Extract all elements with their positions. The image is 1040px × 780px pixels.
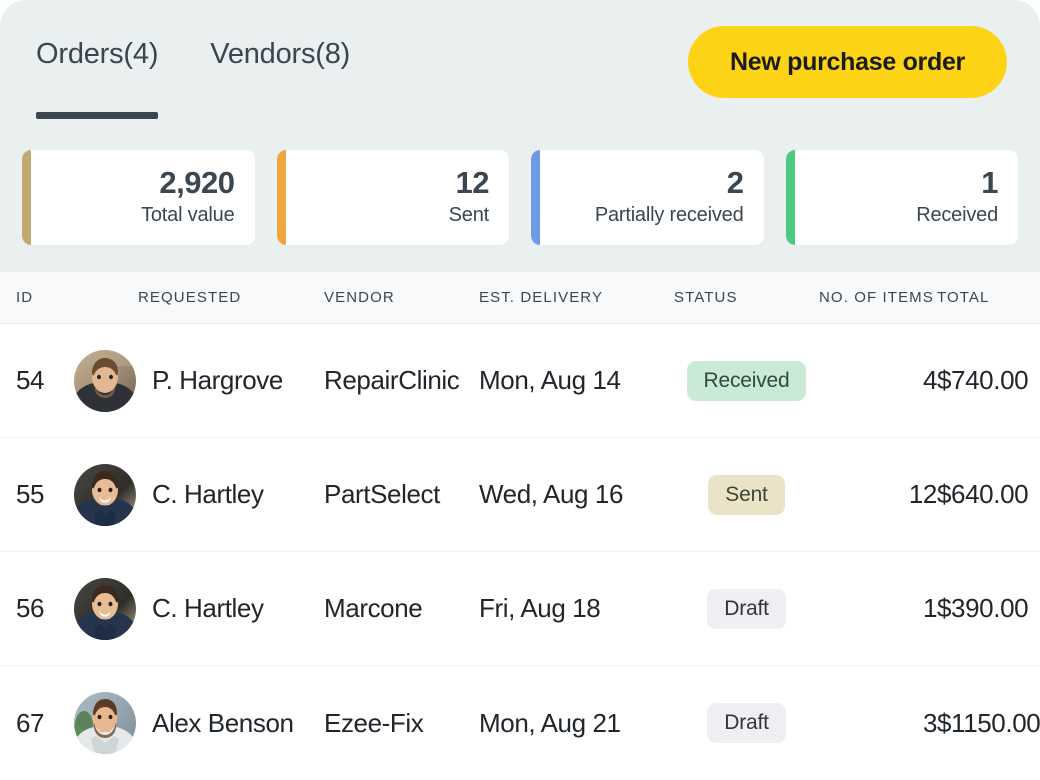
cell-vendor: PartSelect bbox=[324, 479, 440, 509]
cell-id: 56 bbox=[16, 593, 45, 623]
status-badge[interactable]: Draft bbox=[707, 703, 786, 743]
status-badge[interactable]: Sent bbox=[708, 474, 785, 515]
cell-id: 55 bbox=[16, 479, 45, 509]
tab-orders-label: Orders(4) bbox=[36, 38, 159, 70]
stat-value-partially-received: 2 bbox=[726, 164, 744, 200]
cell-status: Received bbox=[674, 360, 819, 401]
purchase-orders-screen: Orders(4) Vendors(8) New purchase order … bbox=[0, 0, 1040, 780]
cell-id: 54 bbox=[16, 365, 45, 395]
accent-bar-sent bbox=[276, 149, 286, 245]
cell-requested-name: C. Hartley bbox=[152, 479, 264, 509]
stat-label-sent: Sent bbox=[448, 204, 490, 227]
column-header-status[interactable]: STATUS bbox=[674, 289, 819, 306]
cell-vendor: RepairClinic bbox=[324, 365, 460, 395]
cell-requested-name: C. Hartley bbox=[152, 593, 264, 623]
stat-label-received: Received bbox=[916, 204, 998, 227]
cell-requested: Alex Benson bbox=[74, 692, 324, 754]
cell-vendor: Ezee-Fix bbox=[324, 707, 424, 738]
tab-bar: Orders(4) Vendors(8) New purchase order bbox=[0, 0, 1040, 122]
cell-no-of-items: 1 bbox=[922, 593, 937, 623]
tab-orders[interactable]: Orders(4) bbox=[36, 38, 159, 119]
cell-requested: C. Hartley bbox=[74, 577, 324, 640]
stat-label-total-value: Total value bbox=[141, 204, 235, 227]
cell-requested: P. Hargrove bbox=[74, 349, 324, 412]
cell-requested-name: P. Hargrove bbox=[152, 365, 283, 395]
status-badge[interactable]: Received bbox=[686, 360, 807, 401]
column-header-requested[interactable]: REQUESTED bbox=[74, 289, 324, 306]
cell-status: Draft bbox=[674, 588, 819, 629]
column-header-vendor[interactable]: VENDOR bbox=[324, 289, 479, 306]
accent-bar-received bbox=[785, 149, 795, 245]
cell-est-delivery: Wed, Aug 16 bbox=[479, 479, 624, 509]
accent-bar-total-value bbox=[22, 149, 31, 245]
cell-requested: C. Hartley bbox=[74, 463, 324, 526]
cell-status: Sent bbox=[674, 474, 819, 515]
cell-status: Draft bbox=[674, 703, 819, 743]
cell-no-of-items: 12 bbox=[908, 479, 938, 509]
avatar bbox=[74, 349, 136, 412]
cell-id: 67 bbox=[16, 707, 45, 738]
cell-no-of-items: 4 bbox=[922, 365, 937, 395]
table-row[interactable]: 54 P. Hargrove RepairClinic Mon, Aug 14 … bbox=[0, 324, 1040, 438]
stat-label-partially-received: Partially received bbox=[594, 204, 744, 227]
column-header-total[interactable]: TOTAL bbox=[937, 289, 1037, 306]
cell-total: $1150.00 bbox=[937, 707, 1040, 738]
avatar bbox=[74, 577, 136, 640]
tab-vendors[interactable]: Vendors(8) bbox=[210, 38, 350, 119]
table-row[interactable]: 67 Alex Benson Ezee-Fix Mon, Aug 21 Draf… bbox=[0, 666, 1040, 780]
avatar bbox=[74, 692, 136, 754]
table-row[interactable]: 56 C. Hartley Marcone Fri, Aug 18 Draft … bbox=[0, 552, 1040, 666]
cell-est-delivery: Mon, Aug 14 bbox=[479, 365, 621, 395]
status-badge[interactable]: Draft bbox=[707, 588, 786, 629]
stat-value-sent: 12 bbox=[455, 164, 490, 200]
stats-band: 2,920 Total value 12 Sent 2 Partially re… bbox=[0, 122, 1040, 272]
cell-est-delivery: Mon, Aug 21 bbox=[479, 707, 621, 738]
column-header-est-delivery[interactable]: EST. DELIVERY bbox=[479, 289, 674, 306]
cell-requested-name: Alex Benson bbox=[152, 707, 294, 738]
stat-card-received[interactable]: 1 Received bbox=[785, 149, 1018, 245]
table-row[interactable]: 55 C. Hartley PartSelect Wed, Aug 16 Sen… bbox=[0, 438, 1040, 552]
tab-list: Orders(4) Vendors(8) bbox=[0, 0, 350, 119]
column-header-id[interactable]: ID bbox=[0, 289, 74, 306]
cell-no-of-items: 3 bbox=[922, 707, 937, 738]
stat-card-sent[interactable]: 12 Sent bbox=[276, 149, 509, 245]
tab-vendors-label: Vendors(8) bbox=[210, 38, 351, 70]
orders-table: ID REQUESTED VENDOR EST. DELIVERY STATUS… bbox=[0, 272, 1040, 780]
stat-value-received: 1 bbox=[981, 164, 998, 200]
avatar bbox=[74, 463, 136, 526]
cell-total: $740.00 bbox=[937, 365, 1029, 395]
cell-total: $390.00 bbox=[937, 593, 1029, 623]
accent-bar-partially-received bbox=[531, 149, 540, 245]
cell-vendor: Marcone bbox=[324, 593, 423, 623]
column-header-no-of-items[interactable]: NO. OF ITEMS bbox=[819, 289, 937, 306]
stat-card-total-value[interactable]: 2,920 Total value bbox=[22, 149, 255, 245]
new-purchase-order-button[interactable]: New purchase order bbox=[688, 26, 1007, 98]
stat-card-partially-received[interactable]: 2 Partially received bbox=[531, 149, 764, 245]
panel-card: Orders(4) Vendors(8) New purchase order … bbox=[0, 0, 1040, 780]
table-header-row: ID REQUESTED VENDOR EST. DELIVERY STATUS… bbox=[0, 272, 1040, 324]
stat-value-total-value: 2,920 bbox=[159, 164, 235, 200]
cell-est-delivery: Fri, Aug 18 bbox=[479, 593, 601, 623]
cell-total: $640.00 bbox=[937, 479, 1029, 509]
